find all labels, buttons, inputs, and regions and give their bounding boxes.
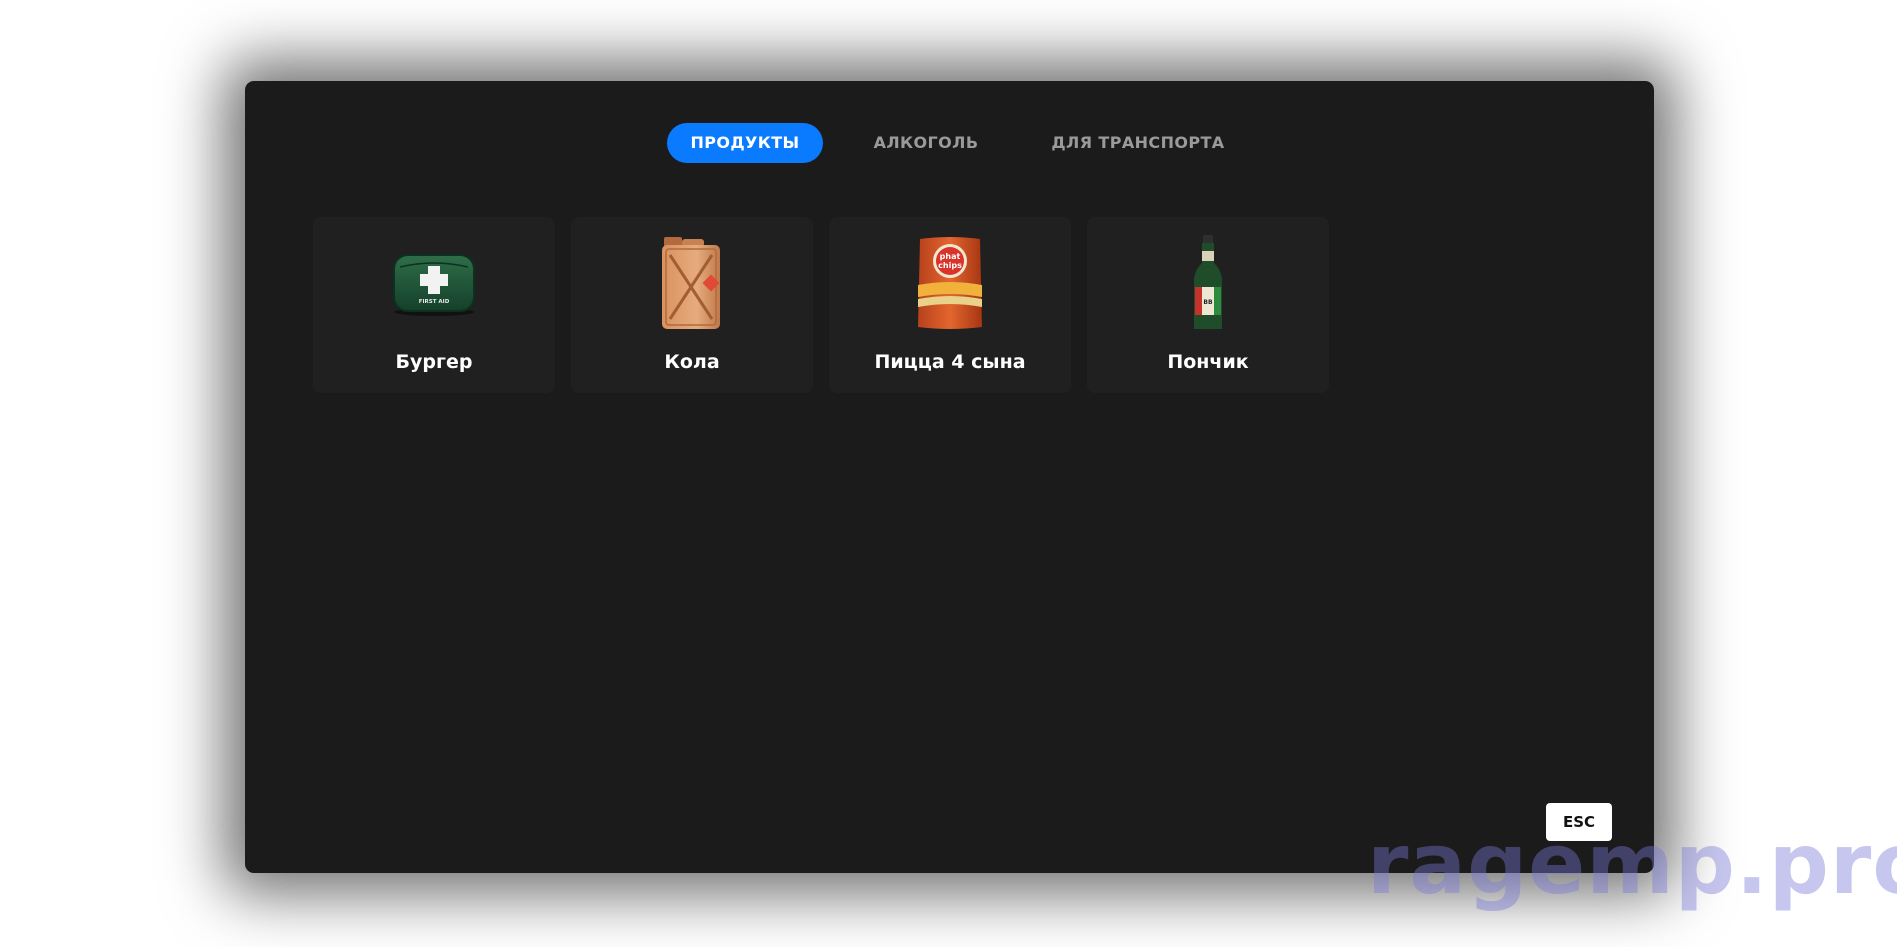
item-name: Пончик: [1167, 351, 1249, 373]
shop-panel: ПРОДУКТЫ АЛКОГОЛЬ ДЛЯ ТРАНСПОРТА FIRST A…: [245, 81, 1654, 873]
item-card-burger[interactable]: FIRST AID Бургер: [313, 217, 555, 393]
item-name: Кола: [664, 351, 720, 373]
first-aid-kit-icon: FIRST AID: [384, 233, 484, 333]
item-name: Бургер: [395, 351, 473, 373]
item-name: Пицца 4 сына: [874, 351, 1026, 373]
tab-transport[interactable]: ДЛЯ ТРАНСПОРТА: [1038, 123, 1238, 163]
item-card-cola[interactable]: Кола: [571, 217, 813, 393]
svg-text:FIRST AID: FIRST AID: [419, 299, 450, 305]
tab-products[interactable]: ПРОДУКТЫ: [667, 123, 823, 163]
svg-text:chips: chips: [938, 261, 962, 270]
jerry-can-icon: [642, 233, 742, 333]
item-card-donut[interactable]: BB Пончик: [1087, 217, 1329, 393]
beer-bottle-icon: BB: [1158, 233, 1258, 333]
category-tabs: ПРОДУКТЫ АЛКОГОЛЬ ДЛЯ ТРАНСПОРТА: [245, 123, 1654, 163]
svg-text:BB: BB: [1203, 299, 1213, 306]
tab-alcohol[interactable]: АЛКОГОЛЬ: [861, 123, 991, 163]
chips-bag-icon: phat chips: [900, 233, 1000, 333]
screen: ПРОДУКТЫ АЛКОГОЛЬ ДЛЯ ТРАНСПОРТА FIRST A…: [0, 0, 1897, 947]
item-card-pizza[interactable]: phat chips Пицца 4 сына: [829, 217, 1071, 393]
watermark: ragemp.pro: [1367, 815, 1897, 913]
svg-text:phat: phat: [940, 252, 961, 261]
